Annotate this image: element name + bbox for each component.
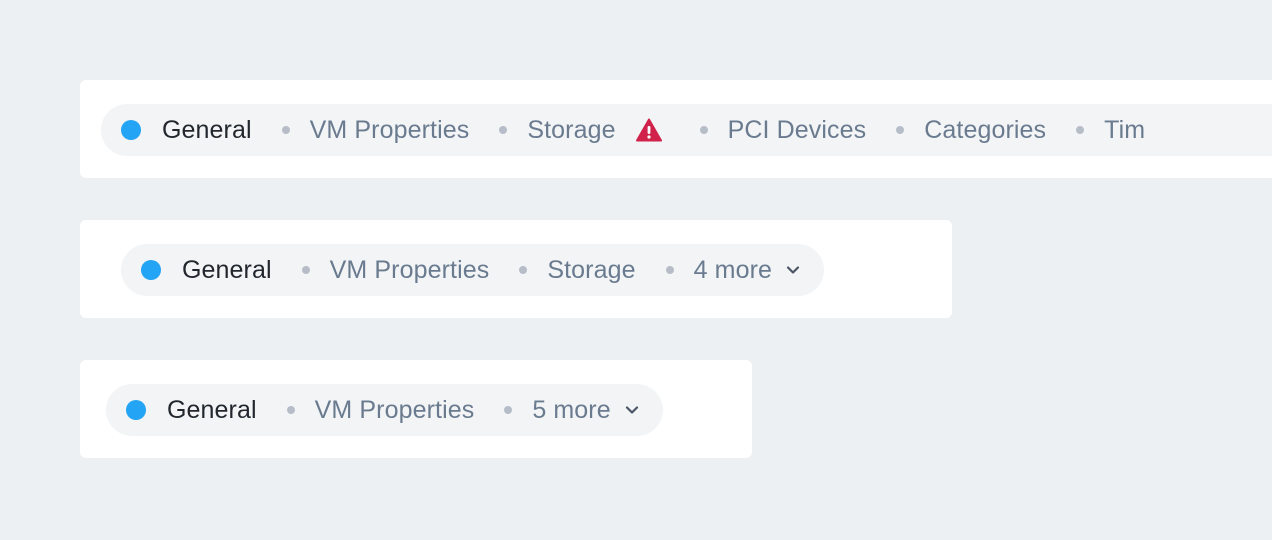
step-label: General (162, 115, 252, 144)
step-dot-icon (665, 266, 674, 274)
step-general[interactable]: General (121, 244, 272, 296)
step-categories[interactable]: Categories (866, 104, 1046, 156)
step-label: VM Properties (329, 255, 490, 284)
step-dot-icon (699, 126, 708, 134)
step-storage[interactable]: Storage (489, 244, 635, 296)
step-label: Storage (547, 255, 636, 284)
step-dot-icon (896, 126, 905, 134)
step-vm-properties[interactable]: VM Properties (272, 244, 490, 296)
more-steps-label: 4 more (693, 255, 773, 284)
step-dot-icon (286, 406, 295, 414)
step-bar: General VM Properties 5 more (106, 384, 663, 436)
step-label: VM Properties (309, 115, 470, 144)
step-label: VM Properties (314, 395, 475, 424)
step-bar: General VM Properties Storage PCI Device… (101, 104, 1272, 156)
wizard-card-full: General VM Properties Storage PCI Device… (80, 80, 1272, 178)
chevron-down-icon (786, 265, 800, 275)
step-dot-icon (301, 266, 310, 274)
step-label: Storage (527, 115, 616, 144)
step-label: General (182, 255, 272, 284)
more-steps-label: 5 more (532, 395, 611, 424)
more-steps-dropdown[interactable]: 4 more (636, 244, 824, 296)
step-bar: General VM Properties Storage 4 more (121, 244, 825, 296)
step-label: Tim (1104, 115, 1146, 144)
chevron-down-icon (625, 405, 639, 415)
step-label: General (167, 395, 257, 424)
wizard-card-small: General VM Properties 5 more (80, 360, 752, 458)
active-step-dot-icon (126, 400, 146, 420)
step-label: PCI Devices (727, 115, 867, 144)
warning-icon (635, 118, 662, 142)
step-timezone[interactable]: Tim (1046, 104, 1145, 156)
wizard-card-medium: General VM Properties Storage 4 more (80, 220, 952, 318)
step-dot-icon (1076, 126, 1085, 134)
step-vm-properties[interactable]: VM Properties (257, 384, 475, 436)
step-dot-icon (519, 266, 528, 274)
step-vm-properties[interactable]: VM Properties (252, 104, 470, 156)
step-general[interactable]: General (101, 104, 252, 156)
step-dot-icon (281, 126, 290, 134)
step-dot-icon (504, 406, 513, 414)
step-label: Categories (924, 115, 1047, 144)
active-step-dot-icon (121, 120, 141, 140)
active-step-dot-icon (141, 260, 161, 280)
more-steps-dropdown[interactable]: 5 more (474, 384, 662, 436)
step-general[interactable]: General (106, 384, 257, 436)
step-dot-icon (499, 126, 508, 134)
step-storage[interactable]: Storage (469, 104, 669, 156)
step-pci-devices[interactable]: PCI Devices (670, 104, 867, 156)
